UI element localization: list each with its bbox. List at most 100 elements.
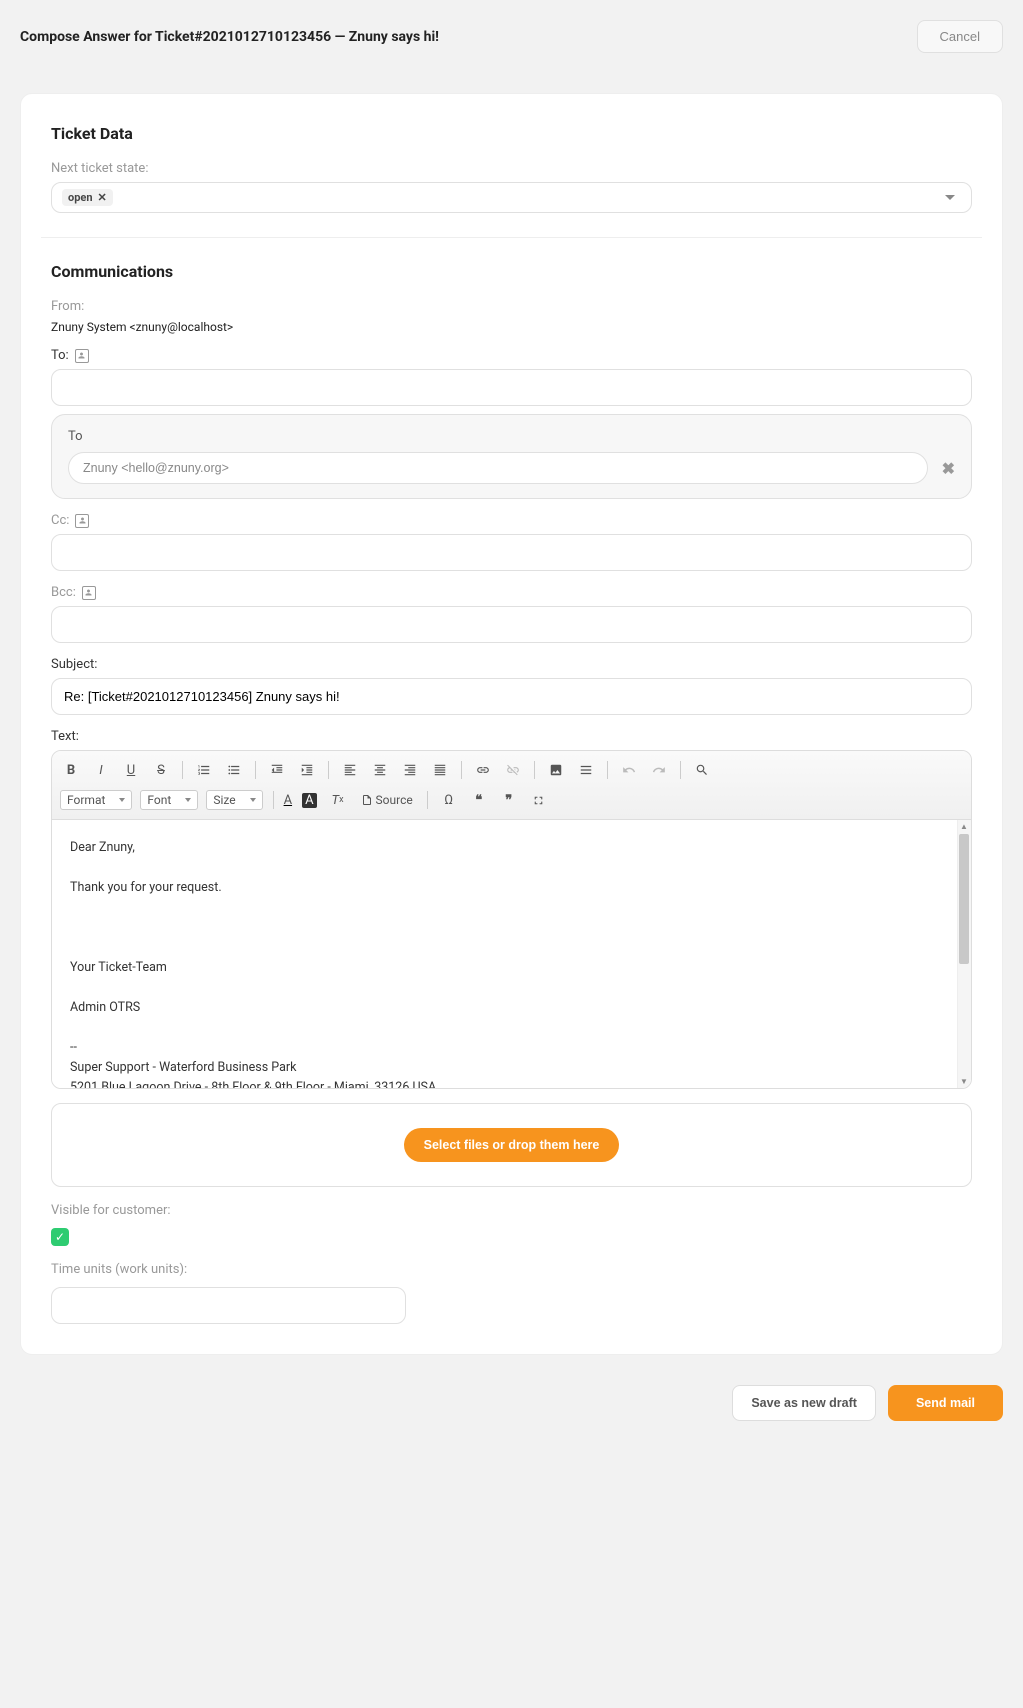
visible-label: Visible for customer:	[51, 1203, 972, 1218]
source-label: Source	[376, 793, 413, 807]
separator	[328, 761, 329, 779]
to-input[interactable]	[51, 369, 972, 406]
upload-dropzone[interactable]: Select files or drop them here	[51, 1103, 972, 1187]
visible-checkbox[interactable]: ✓	[51, 1228, 69, 1246]
body-line: --	[70, 1038, 953, 1058]
find-icon[interactable]	[691, 759, 713, 781]
align-justify-icon[interactable]	[429, 759, 451, 781]
font-combo[interactable]: Font	[140, 790, 198, 810]
indent-icon[interactable]	[296, 759, 318, 781]
quote-left-icon[interactable]: ❝	[468, 789, 490, 811]
bullet-list-icon[interactable]	[223, 759, 245, 781]
caret-icon	[250, 798, 256, 802]
separator	[461, 761, 462, 779]
text-color-icon[interactable]: A	[284, 789, 294, 811]
format-combo-label: Format	[67, 793, 105, 807]
editor-content[interactable]: Dear Znuny, Thank you for your request. …	[52, 820, 971, 1088]
page-header: Compose Answer for Ticket#20210127101234…	[0, 0, 1023, 73]
body-line: 5201 Blue Lagoon Drive - 8th Floor & 9th…	[70, 1078, 953, 1088]
save-draft-button[interactable]: Save as new draft	[732, 1385, 876, 1421]
bold-icon[interactable]: B	[60, 759, 82, 781]
text-label: Text:	[51, 729, 79, 744]
image-icon[interactable]	[545, 759, 567, 781]
editor-body[interactable]: Dear Znuny, Thank you for your request. …	[52, 820, 971, 1088]
outdent-icon[interactable]	[266, 759, 288, 781]
remove-recipient-icon[interactable]: ✖	[942, 459, 955, 478]
body-line: Super Support - Waterford Business Park	[70, 1058, 953, 1078]
remove-format-icon[interactable]: Tx	[327, 789, 349, 811]
link-icon[interactable]	[472, 759, 494, 781]
footer-actions: Save as new draft Send mail	[0, 1375, 1023, 1461]
bcc-input[interactable]	[51, 606, 972, 643]
separator	[607, 761, 608, 779]
richtext-editor: B I U S	[51, 750, 972, 1089]
body-line: Thank you for your request.	[70, 878, 953, 898]
divider	[41, 237, 982, 238]
body-line: Your Ticket-Team	[70, 958, 953, 978]
size-combo-label: Size	[213, 793, 235, 807]
align-right-icon[interactable]	[399, 759, 421, 781]
size-combo[interactable]: Size	[206, 790, 262, 810]
scroll-up-icon[interactable]: ▲	[957, 820, 971, 833]
state-tag: open ✕	[62, 189, 113, 206]
hr-icon[interactable]	[575, 759, 597, 781]
special-char-icon[interactable]: Ω	[438, 789, 460, 811]
body-line: Dear Znuny,	[70, 838, 953, 858]
separator	[680, 761, 681, 779]
scrollbar-thumb[interactable]	[959, 834, 969, 964]
source-button[interactable]: Source	[357, 789, 417, 811]
time-units-label: Time units (work units):	[51, 1262, 972, 1277]
subject-label: Subject:	[51, 657, 97, 672]
addressbook-icon[interactable]	[82, 586, 96, 600]
unlink-icon[interactable]	[502, 759, 524, 781]
caret-icon	[119, 798, 125, 802]
to-recipient-input[interactable]	[68, 452, 928, 484]
italic-icon[interactable]: I	[90, 759, 112, 781]
to-expanded-label: To	[68, 429, 955, 444]
dropdown-caret-icon	[945, 195, 955, 200]
addressbook-icon[interactable]	[75, 349, 89, 363]
next-state-label: Next ticket state:	[51, 161, 972, 176]
next-state-select[interactable]: open ✕	[51, 182, 972, 213]
quote-right-icon[interactable]: ❞	[498, 789, 520, 811]
cancel-button[interactable]: Cancel	[917, 20, 1003, 53]
addressbook-icon[interactable]	[75, 514, 89, 528]
separator	[427, 791, 428, 809]
undo-icon[interactable]	[618, 759, 640, 781]
scrollbar[interactable]: ▲ ▼	[957, 820, 971, 1088]
state-tag-remove-icon[interactable]: ✕	[98, 191, 107, 204]
format-combo[interactable]: Format	[60, 790, 132, 810]
caret-icon	[185, 798, 191, 802]
state-tag-label: open	[68, 191, 93, 204]
time-units-input[interactable]	[51, 1287, 406, 1324]
separator	[182, 761, 183, 779]
page-title: Compose Answer for Ticket#20210127101234…	[20, 29, 439, 45]
bcc-label: Bcc:	[51, 585, 76, 600]
communications-title: Communications	[51, 262, 972, 281]
bg-color-icon[interactable]: A	[302, 789, 318, 811]
cc-input[interactable]	[51, 534, 972, 571]
strike-icon[interactable]: S	[150, 759, 172, 781]
from-label: From:	[51, 299, 972, 314]
send-mail-button[interactable]: Send mail	[888, 1385, 1003, 1421]
ticket-data-title: Ticket Data	[51, 124, 972, 143]
font-combo-label: Font	[147, 793, 171, 807]
body-line: Admin OTRS	[70, 998, 953, 1018]
separator	[534, 761, 535, 779]
maximize-icon[interactable]	[528, 789, 550, 811]
cc-label: Cc:	[51, 513, 69, 528]
numbered-list-icon[interactable]	[193, 759, 215, 781]
main-card: Ticket Data Next ticket state: open ✕ Co…	[20, 93, 1003, 1355]
scroll-down-icon[interactable]: ▼	[957, 1075, 971, 1088]
to-label: To:	[51, 348, 69, 363]
align-center-icon[interactable]	[369, 759, 391, 781]
select-files-button[interactable]: Select files or drop them here	[404, 1128, 620, 1162]
redo-icon[interactable]	[648, 759, 670, 781]
separator	[255, 761, 256, 779]
separator	[273, 791, 274, 809]
subject-input[interactable]	[51, 678, 972, 715]
from-value: Znuny System <znuny@localhost>	[51, 320, 972, 334]
to-expanded-panel: To ✖	[51, 414, 972, 499]
align-left-icon[interactable]	[339, 759, 361, 781]
underline-icon[interactable]: U	[120, 759, 142, 781]
